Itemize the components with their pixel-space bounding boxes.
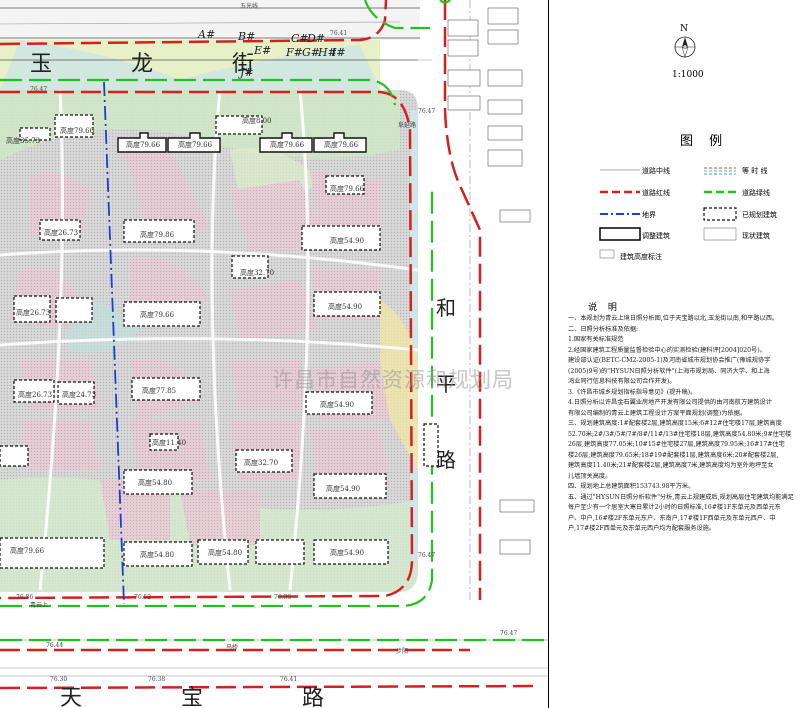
elevation-label: 76.41 (330, 30, 348, 37)
road-name-yuyan: 步阳 (396, 648, 409, 655)
building-height-label: 高度79.66 (10, 547, 45, 555)
building-height-label: 高度26.73 (18, 391, 53, 399)
scale-label: 1:1000 (672, 70, 704, 80)
legend-contour-label: 等 时 线 (742, 167, 768, 175)
building-height-label: 高度79.66 (330, 185, 365, 193)
building-height-label: 高度54.90 (328, 303, 363, 311)
road-name-maqiao: 马桥 (226, 644, 239, 651)
notes-line: 26层,建筑高度77.05米;10#15#住宅楼27层,建筑高度79.95米;1… (568, 441, 785, 448)
elevation-label: 76.36 (274, 594, 292, 601)
building-height-label: 高度54.90 (326, 485, 361, 493)
notes-line: 3.《许昌市城乡规划指标指导意见》(提升稿)。 (568, 388, 697, 396)
elevation-label: 76.38 (148, 676, 166, 683)
elevation-label: 76.47 (500, 630, 518, 637)
building-height-label: 高度79.66 (270, 141, 305, 149)
notes-line: 有限公司编制的青云上建筑工程设计方案平面规划(调整)为依据。 (568, 409, 747, 417)
notes-line: 四、规划地上总建筑面积153743.98平方米。 (568, 483, 695, 490)
notes-line: 三、规划建筑高度:1#配套楼2层,建筑高度15米;6#12#住宅楼17层,建筑高… (568, 420, 782, 427)
building-letter-i: I# (332, 46, 346, 59)
building-height-label: 高度54.90 (320, 401, 355, 409)
building-height-label: 高度54.90 (330, 549, 365, 557)
road-name-qingyun: 青云上 (30, 602, 49, 609)
building-height-label: 高度11.40 (152, 439, 187, 447)
legend-title: 图 例 (680, 134, 729, 149)
building-height-label: 高度8.00 (242, 117, 272, 125)
elevation-label: 76.86 (16, 594, 34, 601)
building-letter-e: E# (254, 44, 272, 57)
legend-adjusted-label: 调整建筑 (642, 232, 670, 240)
road-name-tianbao: 天 宝 路 (60, 686, 370, 708)
notes-line: 4.日照分析以许昌金石翼业房地产开发有限公司提供的由河南航方建筑设计 (568, 399, 772, 406)
building-letter-f: F# (286, 46, 303, 59)
map-drawing (0, 0, 548, 708)
north-label: N (680, 24, 688, 34)
building-height-label: 高度79.66 (140, 311, 175, 319)
elevation-label: 76.47 (418, 552, 436, 559)
building-height-label: 高度32.70 (244, 459, 279, 467)
notes-line: 建筑高度11.40米;21#配套楼2层,建筑高度7米,建筑高度均为室外地坪至女 (568, 462, 774, 469)
legend-road-green-label: 道路绿线 (742, 189, 770, 197)
building-letter-c: C# (291, 32, 309, 45)
notes-line: 户、中户,16#楼2F东单元东户、东南户,17#楼1F西单元及东单元西户、中 (568, 514, 776, 522)
elevation-label: 76.52 (134, 594, 152, 601)
elevation-label: 76.41 (280, 676, 298, 683)
road-name-fuyan: 阜延路 (398, 122, 417, 129)
elevation-label: 76.44 (46, 642, 64, 649)
notes-body: 一、本规划为青云上境日照分析图,位于天宝路以北,玉龙街以南,和平路以西。 二、日… (568, 314, 794, 535)
north-arrow-icon (674, 36, 696, 58)
elevation-label: 76.30 (50, 676, 68, 683)
notes-line: 鸿业同行信息科技有限公司合作开发)。 (568, 378, 676, 385)
legend-height-note-label: 建筑高度标注 (620, 253, 662, 261)
notes-line: 二、日照分析标准及依据: (568, 325, 639, 333)
elevation-label: 76.47 (418, 108, 436, 115)
legend-existing-label: 现状建筑 (742, 232, 770, 240)
legend-boundary-label: 地界 (642, 211, 656, 219)
notes-line: 户,17#楼2F西单元及东单元西户均为配套服务设施。 (568, 525, 716, 532)
elevation-label: 76.47 (30, 86, 48, 93)
building-height-label: 高度79.66 (324, 141, 359, 149)
notes-line: (2005)9号)的"HYSUN日照分析软件"(上海市规划局、同济大学、和上海 (568, 367, 770, 375)
notes-line: 五、通过"HYSUN日照分析软件"分析,青云上规建成后,规划高层住宅建筑均能满足 (568, 493, 794, 501)
notes-line: 楼26层,建筑高度79.65米;18#19#配套楼1层,建筑高度6米;20#配套… (568, 451, 779, 459)
notes-line: 每户至少有一个居室大寒日累计2小时的日照标准,16#楼1F东单元及西单元东 (568, 504, 781, 511)
building-height-label: 高度79.66 (126, 141, 161, 149)
building-height-label: 高度35.73 (6, 137, 41, 145)
watermark: 许昌市自然资源和规划局 (272, 368, 514, 392)
building-height-label: 高度26.73 (44, 229, 79, 237)
notes-line: 2.经国家建筑工程质量监督检验中心的实测检验(建科评[2004]020号)。 (568, 346, 766, 354)
notes-line: 建设部认证(BETC-CM2-2005-1)及河南省城市规划协会推广(豫城规协字 (568, 357, 771, 364)
building-height-label: 高度24.73 (62, 391, 97, 399)
building-height-label: 高度79.66 (178, 141, 213, 149)
road-name-wuguang: 五光线 (240, 3, 259, 10)
building-height-label: 高度77.85 (142, 387, 177, 395)
notes-line: 52.70米;2#/3#/5#/7#/8#/11#/13#住宅楼18层,建筑高度… (568, 430, 792, 438)
building-height-label: 高度26.73 (16, 309, 51, 317)
building-height-label: 高度79.86 (140, 231, 175, 239)
site-plan-map: 玉 龙 街 天 宝 路 和 平 路 五光线 青云上 阜延路 马桥 步阳 A# B… (0, 0, 548, 708)
notes-line: 儿墙顶关高度。 (568, 472, 612, 480)
building-height-label: 高度32.70 (240, 269, 275, 277)
building-letter-b: B# (238, 30, 256, 43)
building-letter-a: A# (198, 28, 216, 41)
legend-road-red-label: 道路红线 (642, 189, 670, 197)
legend-road-center-label: 道路中线 (642, 167, 670, 175)
building-height-label: 高度54.80 (140, 551, 175, 559)
legend-planned-label: 已规划建筑 (742, 211, 777, 219)
building-height-label: 高度79.66 (60, 127, 95, 135)
notes-line: 1.国家有关标准规范 (568, 336, 624, 343)
building-letter-j: J# (240, 66, 254, 79)
building-height-label: 高度54.90 (330, 237, 365, 245)
building-height-label: 高度54.80 (138, 479, 173, 487)
building-height-label: 高度54.80 (208, 549, 243, 557)
building-letter-d: D# (307, 32, 326, 45)
notes-line: 一、本规划为青云上境日照分析图,位于天宝路以北,玉龙街以南,和平路以西。 (568, 315, 779, 322)
notes-title: 说 明 (588, 303, 621, 313)
